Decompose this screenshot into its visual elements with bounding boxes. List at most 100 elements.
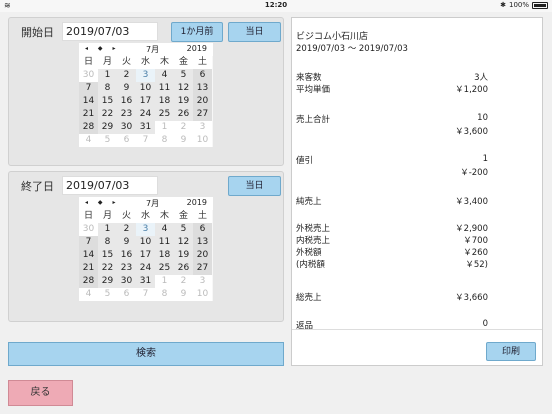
calendar-day[interactable]: 5 [174,223,193,236]
calendar-day[interactable]: 7 [79,82,98,95]
receipt-line-label: 来客数 [296,73,322,83]
calendar-day[interactable]: 3 [193,275,212,288]
calendar-day[interactable]: 12 [174,236,193,249]
calendar-day[interactable]: 4 [155,69,174,82]
calendar-day[interactable]: 25 [155,108,174,121]
calendar-day[interactable]: 19 [174,249,193,262]
calendar-day[interactable]: 8 [98,236,117,249]
calendar-day[interactable]: 1 [155,275,174,288]
calendar-day[interactable]: 9 [117,82,136,95]
calendar-day[interactable]: 2 [117,69,136,82]
calendar-day[interactable]: 30 [79,223,98,236]
calendar-day[interactable]: 11 [155,236,174,249]
calendar-day[interactable]: 6 [193,223,212,236]
calendar-day[interactable]: 24 [136,262,155,275]
calendar-day[interactable]: 6 [193,69,212,82]
one-month-before-button[interactable]: 1か月前 [171,22,223,42]
calendar-day[interactable]: 29 [98,121,117,134]
calendar-day[interactable]: 29 [98,275,117,288]
calendar-day[interactable]: 23 [117,108,136,121]
receipt-scroll-area[interactable]: ビジコム小石川店 2019/07/03 〜 2019/07/03 来客数 3人 平均… [292,18,542,329]
calendar-day[interactable]: 2 [174,275,193,288]
calendar-day[interactable]: 1 [98,223,117,236]
calendar-day[interactable]: 2 [174,121,193,134]
calendar-day[interactable]: 9 [117,236,136,249]
calendar-day[interactable]: 1 [98,69,117,82]
calendar-day[interactable]: 25 [155,262,174,275]
calendar-day[interactable]: 4 [155,223,174,236]
start-today-button[interactable]: 当日 [228,22,281,42]
calendar-day[interactable]: 21 [79,108,98,121]
calendar-day[interactable]: 22 [98,108,117,121]
end-date-input[interactable]: 2019/07/03 [62,176,158,195]
calendar-day[interactable]: 9 [174,134,193,147]
calendar-day[interactable]: 10 [136,82,155,95]
calendar-day[interactable]: 18 [155,95,174,108]
calendar-day[interactable]: 16 [117,249,136,262]
calendar-day[interactable]: 10 [193,134,212,147]
end-calendar: ◂ ◆ ▸ 7月 2019 日月火水木金土 30 1 2 3 4 5 6 7 8 9 10 11 12 13… [79,197,213,301]
search-button[interactable]: 検索 [8,342,284,366]
calendar-day[interactable]: 26 [174,262,193,275]
calendar-day[interactable]: 3 [136,223,155,236]
calendar-day[interactable]: 16 [117,95,136,108]
calendar-day[interactable]: 4 [79,288,98,301]
receipt-line-label: 平均単価 [296,85,331,95]
calendar-day[interactable]: 13 [193,236,212,249]
calendar-day[interactable]: 6 [117,134,136,147]
calendar-day[interactable]: 26 [174,108,193,121]
calendar-day[interactable]: 27 [193,108,212,121]
receipt-line: 外税売上 ￥2,900 [296,222,488,234]
calendar-day[interactable]: 28 [79,275,98,288]
calendar-day[interactable]: 9 [174,288,193,301]
calendar-day[interactable]: 30 [79,69,98,82]
calendar-day[interactable]: 14 [79,95,98,108]
calendar-day[interactable]: 8 [98,82,117,95]
calendar-day[interactable]: 27 [193,262,212,275]
calendar-day[interactable]: 6 [117,288,136,301]
calendar-day[interactable]: 10 [193,288,212,301]
calendar-day[interactable]: 20 [193,95,212,108]
calendar-day[interactable]: 3 [193,121,212,134]
calendar-day[interactable]: 8 [155,134,174,147]
calendar-day[interactable]: 17 [136,249,155,262]
calendar-day[interactable]: 20 [193,249,212,262]
calendar-day[interactable]: 4 [79,134,98,147]
calendar-day[interactable]: 23 [117,262,136,275]
calendar-day[interactable]: 13 [193,82,212,95]
calendar-day[interactable]: 19 [174,95,193,108]
calendar-day[interactable]: 22 [98,262,117,275]
calendar-day[interactable]: 14 [79,249,98,262]
calendar-day[interactable]: 15 [98,95,117,108]
calendar-day[interactable]: 30 [117,121,136,134]
calendar-day[interactable]: 2 [117,223,136,236]
calendar-day[interactable]: 31 [136,275,155,288]
calendar-day[interactable]: 17 [136,95,155,108]
calendar-day[interactable]: 12 [174,82,193,95]
end-today-button[interactable]: 当日 [228,176,281,196]
calendar-day[interactable]: 7 [136,288,155,301]
calendar-day[interactable]: 5 [98,288,117,301]
calendar-nav[interactable]: ◂ ◆ ▸ [85,199,119,206]
calendar-day[interactable]: 18 [155,249,174,262]
calendar-day[interactable]: 5 [174,69,193,82]
calendar-day[interactable]: 21 [79,262,98,275]
calendar-day[interactable]: 30 [117,275,136,288]
calendar-day[interactable]: 31 [136,121,155,134]
calendar-day[interactable]: 15 [98,249,117,262]
calendar-grid: 日月火水木金土 30 1 2 3 4 5 6 7 8 9 10 11 12 13 14 15 16 17 18 19 20… [79,56,213,147]
print-button[interactable]: 印刷 [486,342,536,361]
start-date-input[interactable]: 2019/07/03 [62,22,158,41]
calendar-nav[interactable]: ◂ ◆ ▸ [85,45,119,52]
calendar-day[interactable]: 10 [136,236,155,249]
back-button[interactable]: 戻る [8,380,73,406]
calendar-day[interactable]: 7 [136,134,155,147]
calendar-day[interactable]: 3 [136,69,155,82]
calendar-day[interactable]: 28 [79,121,98,134]
calendar-day[interactable]: 7 [79,236,98,249]
calendar-day[interactable]: 11 [155,82,174,95]
calendar-day[interactable]: 5 [98,134,117,147]
calendar-day[interactable]: 8 [155,288,174,301]
calendar-day[interactable]: 1 [155,121,174,134]
calendar-day[interactable]: 24 [136,108,155,121]
